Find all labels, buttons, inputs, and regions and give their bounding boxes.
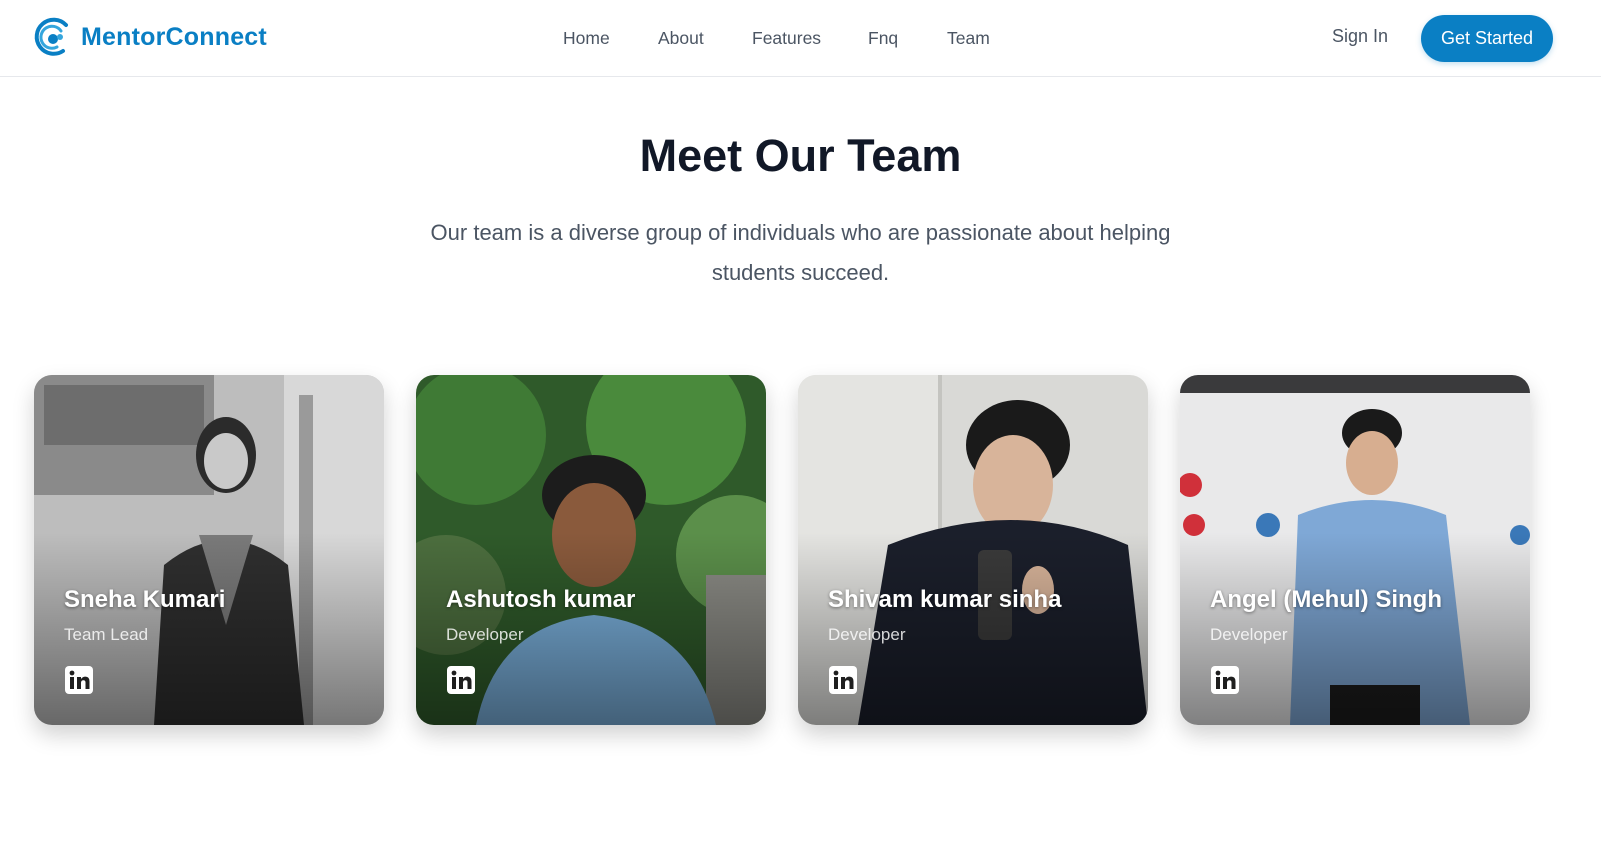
sign-in-link[interactable]: Sign In (1332, 26, 1388, 47)
navbar: MentorConnect Home About Features Fnq Te… (0, 0, 1601, 77)
member-role: Team Lead (64, 625, 149, 644)
member-role: Developer (1210, 625, 1288, 644)
nav-fnq-link[interactable]: Fnq (868, 28, 898, 49)
team-card: Ashutosh kumar Developer (416, 375, 766, 725)
nav-home-link[interactable]: Home (563, 28, 610, 49)
team-card: Angel (Mehul) Singh Developer (1180, 375, 1530, 725)
member-name: Ashutosh kumar (446, 586, 636, 613)
nav-features-link[interactable]: Features (752, 28, 821, 49)
nav-team-link[interactable]: Team (947, 28, 990, 49)
member-name: Shivam kumar sinha (828, 586, 1062, 613)
member-name: Angel (Mehul) Singh (1210, 586, 1442, 613)
member-role: Developer (828, 625, 906, 644)
linkedin-icon[interactable] (1210, 665, 1240, 695)
linkedin-icon[interactable] (64, 665, 94, 695)
nav-about-link[interactable]: About (658, 28, 704, 49)
linkedin-icon[interactable] (446, 665, 476, 695)
team-card: Sneha Kumari Team Lead (34, 375, 384, 725)
linkedin-icon[interactable] (828, 665, 858, 695)
member-role: Developer (446, 625, 524, 644)
section-subtitle: Our team is a diverse group of individua… (430, 220, 1171, 285)
member-name: Sneha Kumari (64, 586, 226, 613)
team-card: Shivam kumar sinha Developer (798, 375, 1148, 725)
section-title: Meet Our Team (639, 130, 962, 181)
get-started-button[interactable]: Get Started (1421, 15, 1553, 62)
